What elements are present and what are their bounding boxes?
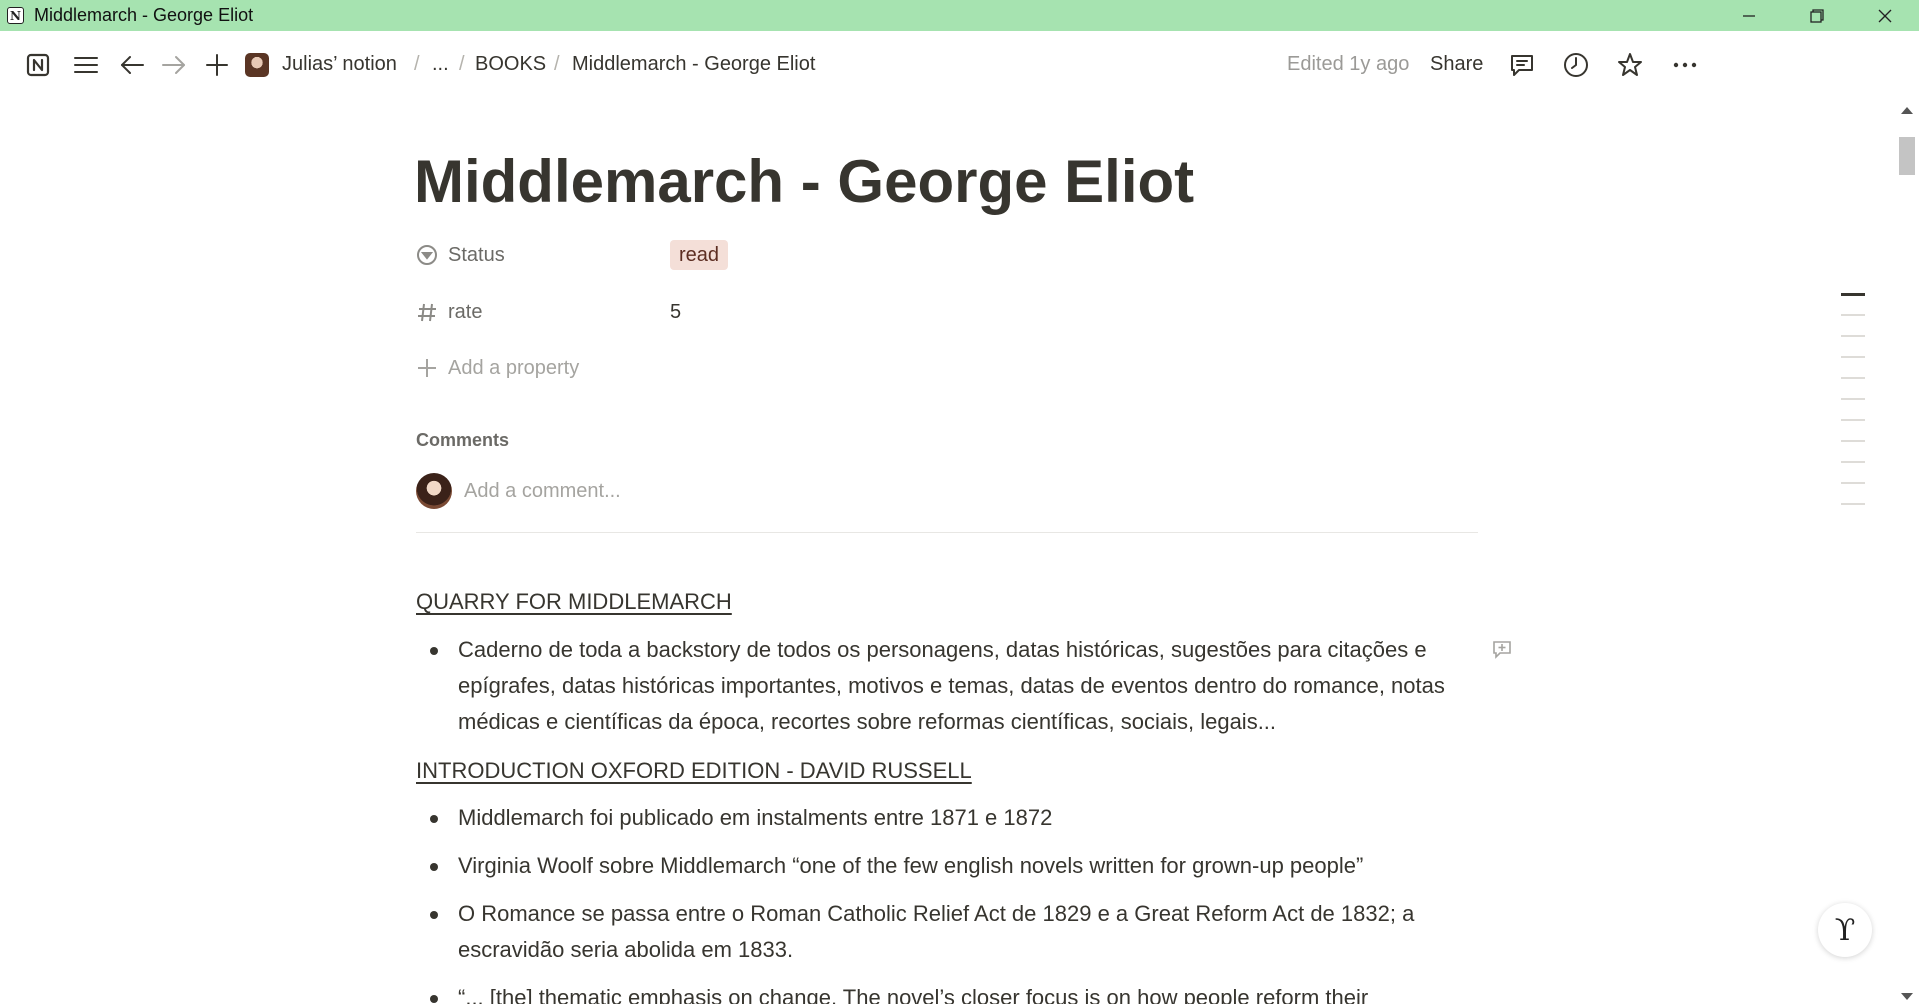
toc-item[interactable] <box>1841 293 1865 296</box>
toc-item[interactable] <box>1841 440 1865 442</box>
toc-item[interactable] <box>1841 461 1865 463</box>
property-row-rate[interactable]: rate 5 <box>416 295 1266 329</box>
comment-add-icon <box>1493 641 1511 659</box>
history-button[interactable] <box>1562 51 1590 79</box>
property-name[interactable]: Status <box>416 238 505 272</box>
comments-button[interactable] <box>1508 51 1536 79</box>
menu-icon <box>74 57 98 73</box>
comment-input-row[interactable]: Add a comment... <box>416 473 621 509</box>
section-heading[interactable]: QUARRY FOR MIDDLEMARCH <box>416 587 732 617</box>
list-item[interactable]: “... [the] thematic emphasis on change. … <box>416 980 1486 1004</box>
breadcrumb-workspace[interactable]: Julias’ notion <box>282 52 397 76</box>
forward-button[interactable] <box>160 51 188 79</box>
notion-logo-icon <box>26 53 50 77</box>
list-item-text: “... [the] thematic emphasis on change. … <box>458 985 1369 1004</box>
toc-item[interactable] <box>1841 314 1865 316</box>
section-heading[interactable]: INTRODUCTION OXFORD EDITION - DAVID RUSS… <box>416 756 972 786</box>
comment-input[interactable]: Add a comment... <box>464 480 621 503</box>
list-item[interactable]: Virginia Woolf sobre Middlemarch “one of… <box>416 848 1486 884</box>
edited-timestamp: Edited 1y ago <box>1287 53 1410 75</box>
list-item[interactable]: Middlemarch foi publicado em instalments… <box>416 800 1486 836</box>
toc-item[interactable] <box>1841 335 1865 337</box>
workspace-avatar <box>245 53 269 77</box>
bullet-dot <box>430 647 438 655</box>
star-icon <box>1618 53 1642 76</box>
status-tag: read <box>670 240 729 270</box>
property-name[interactable]: rate <box>416 295 482 329</box>
add-property-label: Add a property <box>448 356 580 379</box>
restore-button[interactable] <box>1783 0 1851 31</box>
window-title: Middlemarch - George Eliot <box>34 5 254 25</box>
status-icon <box>417 245 437 265</box>
minimize-icon <box>1743 14 1755 17</box>
notion-logo-button[interactable] <box>24 51 52 79</box>
list-item-text: Caderno de toda a backstory de todos os … <box>458 637 1445 734</box>
hash-icon <box>418 303 436 322</box>
property-row-status[interactable]: Status read <box>416 238 1266 272</box>
share-button[interactable]: Share <box>1430 52 1483 76</box>
more-icon <box>1673 62 1697 68</box>
close-button[interactable] <box>1851 0 1919 31</box>
breadcrumb-separator: / <box>459 53 465 75</box>
toc-item[interactable] <box>1841 398 1865 400</box>
breadcrumb-books[interactable]: BOOKS <box>475 52 546 76</box>
add-comment-button[interactable] <box>1492 639 1512 664</box>
plus-icon <box>206 54 228 76</box>
vertical-scrollbar[interactable] <box>1895 99 1919 1004</box>
breadcrumb-current-page[interactable]: Middlemarch - George Eliot <box>572 52 815 76</box>
window-titlebar: N Middlemarch - George Eliot <box>0 0 1919 31</box>
list-item-text: Middlemarch foi publicado em instalments… <box>458 805 1053 830</box>
breadcrumb-separator: / <box>554 53 560 75</box>
clock-icon <box>1564 53 1588 77</box>
toc-item[interactable] <box>1841 377 1865 379</box>
avatar <box>416 473 452 509</box>
scroll-up-icon[interactable] <box>1901 107 1913 114</box>
help-icon: ϒ <box>1834 912 1856 948</box>
list-item[interactable]: O Romance se passa entre o Roman Catholi… <box>416 896 1486 968</box>
toc-item[interactable] <box>1841 503 1865 505</box>
back-arrow-icon <box>121 56 144 74</box>
scroll-down-icon[interactable] <box>1901 993 1913 1000</box>
toc-item[interactable] <box>1841 356 1865 358</box>
plus-icon <box>418 359 436 377</box>
new-page-button[interactable] <box>203 51 231 79</box>
page-title[interactable]: Middlemarch - George Eliot <box>414 142 1194 222</box>
close-icon <box>1878 9 1892 22</box>
scroll-thumb[interactable] <box>1899 137 1915 175</box>
property-label-status: Status <box>448 243 505 266</box>
breadcrumb-ellipsis[interactable]: ... <box>432 52 449 76</box>
list-item-text: Virginia Woolf sobre Middlemarch “one of… <box>458 853 1364 878</box>
list-item[interactable]: Caderno de toda a backstory de todos os … <box>416 632 1486 740</box>
restore-icon <box>1810 8 1824 23</box>
toc-item[interactable] <box>1841 482 1865 484</box>
bullet-dot <box>430 863 438 871</box>
bullet-dot <box>430 815 438 823</box>
list-item-text: O Romance se passa entre o Roman Catholi… <box>458 901 1415 962</box>
property-label-rate: rate <box>448 300 483 323</box>
breadcrumb-separator: / <box>414 53 420 75</box>
bullet-dot <box>430 911 438 919</box>
comments-divider <box>416 532 1478 533</box>
page-topbar: Julias’ notion / ... / BOOKS / Middlemar… <box>0 31 1919 99</box>
favorite-button[interactable] <box>1616 51 1644 79</box>
comment-icon <box>1511 55 1533 76</box>
notion-app-icon: N <box>7 7 24 24</box>
forward-arrow-icon <box>162 56 185 74</box>
property-value-rate[interactable]: 5 <box>670 295 681 329</box>
property-value-status[interactable]: read <box>670 238 729 272</box>
comments-label: Comments <box>416 430 510 450</box>
minimize-button[interactable] <box>1715 0 1783 31</box>
window-controls <box>1715 0 1919 31</box>
help-button[interactable]: ϒ <box>1818 903 1872 957</box>
bullet-dot <box>430 995 438 1003</box>
menu-button[interactable] <box>72 51 100 79</box>
more-button[interactable] <box>1671 51 1699 79</box>
add-property-button[interactable]: Add a property <box>416 351 579 385</box>
toc-item[interactable] <box>1841 419 1865 421</box>
back-button[interactable] <box>118 51 146 79</box>
